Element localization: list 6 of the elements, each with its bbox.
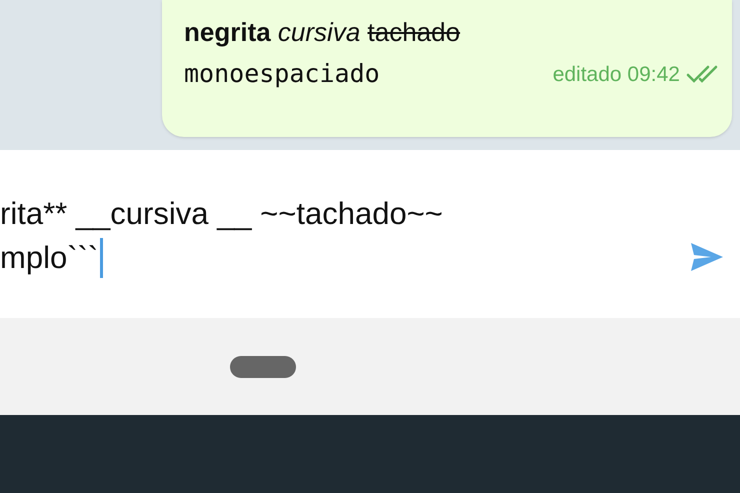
send-icon [689, 241, 725, 273]
message-input-field[interactable]: rita** __cursiva __ ~~tachado~~ mplo``` [0, 192, 682, 280]
gesture-handle[interactable] [230, 356, 296, 378]
edited-timestamp: editado 09:42 [552, 62, 680, 88]
message-text: negrita cursiva tachado [184, 16, 462, 49]
monospace-text: monoespaciado [184, 58, 380, 90]
